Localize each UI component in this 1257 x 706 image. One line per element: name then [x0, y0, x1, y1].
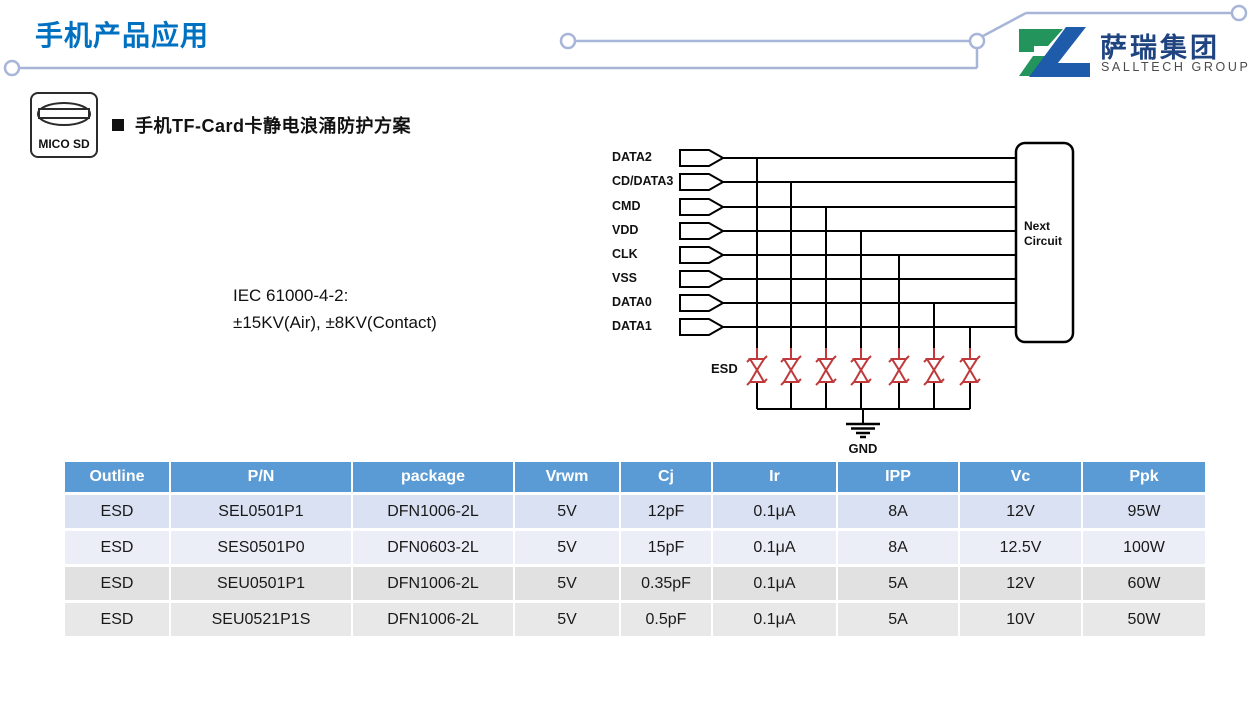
table-cell: 12.5V [960, 531, 1083, 567]
company-logo-icon [1019, 27, 1090, 77]
page-title: 手机产品应用 [35, 14, 209, 54]
table-cell: 5V [515, 603, 621, 639]
table-cell: 0.1μA [713, 567, 838, 603]
table-cell: 12V [960, 567, 1083, 603]
table-cell: 12V [960, 495, 1083, 531]
signal-label-clk: CLK [612, 247, 638, 261]
ground-icon [846, 424, 880, 437]
esd-diode [960, 348, 980, 385]
iec-note-line2: ±15KV(Air), ±8KV(Contact) [233, 309, 437, 336]
next-circuit-label: Next Circuit [1016, 219, 1073, 249]
table-row: ESD SEL0501P1 DFN1006-2L 5V 12pF 0.1μA 8… [65, 495, 1205, 531]
sd-card-glyph [34, 100, 94, 128]
table-cell: SEU0501P1 [171, 567, 353, 603]
section-heading-text: 手机TF-Card卡静电浪涌防护方案 [135, 112, 411, 138]
table-cell: 60W [1083, 567, 1205, 603]
table-cell: ESD [65, 603, 171, 639]
table-cell: 100W [1083, 531, 1205, 567]
iec-note: IEC 61000-4-2: ±15KV(Air), ±8KV(Contact) [233, 282, 437, 336]
signal-label-vss: VSS [612, 271, 637, 285]
table-cell: 12pF [621, 495, 713, 531]
gnd-label: GND [840, 441, 886, 456]
esd-diode [781, 348, 801, 385]
table-cell: 5V [515, 495, 621, 531]
parts-spec-table: Outline P/N package Vrwm Cj Ir IPP Vc Pp… [65, 462, 1205, 639]
column-header: package [353, 462, 515, 495]
section-heading: 手机TF-Card卡静电浪涌防护方案 [112, 112, 411, 138]
signal-label-cddata3: CD/DATA3 [612, 174, 673, 188]
column-header: Vc [960, 462, 1083, 495]
table-cell: 10V [960, 603, 1083, 639]
signal-label-data0: DATA0 [612, 295, 652, 309]
micro-sd-card-icon: MICO SD [30, 92, 98, 158]
next-circuit-line1: Next [1024, 219, 1073, 234]
next-circuit-line2: Circuit [1024, 234, 1073, 249]
table-cell: SEL0501P1 [171, 495, 353, 531]
table-cell: 0.1μA [713, 495, 838, 531]
esd-diode [889, 348, 909, 385]
signal-arrow-icons [680, 150, 723, 335]
circuit-traces [680, 150, 1016, 424]
table-cell: 8A [838, 531, 960, 567]
esd-diode-icons [747, 348, 980, 385]
table-cell: 5V [515, 531, 621, 567]
table-cell: ESD [65, 567, 171, 603]
sd-icon-label: MICO SD [38, 137, 89, 151]
signal-label-vdd: VDD [612, 223, 638, 237]
table-cell: 0.35pF [621, 567, 713, 603]
esd-diode [747, 348, 767, 385]
column-header: Outline [65, 462, 171, 495]
table-cell: SEU0521P1S [171, 603, 353, 639]
signal-label-cmd: CMD [612, 199, 640, 213]
table-cell: DFN1006-2L [353, 495, 515, 531]
table-header-row: Outline P/N package Vrwm Cj Ir IPP Vc Pp… [65, 462, 1205, 495]
table-cell: SES0501P0 [171, 531, 353, 567]
column-header: Cj [621, 462, 713, 495]
signal-label-data2: DATA2 [612, 150, 652, 164]
column-header: Ppk [1083, 462, 1205, 495]
column-header: Ir [713, 462, 838, 495]
table-cell: 0.1μA [713, 603, 838, 639]
signal-label-data1: DATA1 [612, 319, 652, 333]
table-cell: 5A [838, 603, 960, 639]
table-cell: ESD [65, 495, 171, 531]
table-cell: 0.5pF [621, 603, 713, 639]
column-header: IPP [838, 462, 960, 495]
column-header: Vrwm [515, 462, 621, 495]
table-row: ESD SEU0501P1 DFN1006-2L 5V 0.35pF 0.1μA… [65, 567, 1205, 603]
slide: { "page": { "title": "手机产品应用" }, "logo":… [0, 0, 1257, 706]
table-row: ESD SEU0521P1S DFN1006-2L 5V 0.5pF 0.1μA… [65, 603, 1205, 639]
esd-diode [851, 348, 871, 385]
table-cell: 0.1μA [713, 531, 838, 567]
table-cell: DFN1006-2L [353, 567, 515, 603]
esd-label: ESD [711, 361, 738, 376]
column-header: P/N [171, 462, 353, 495]
table-cell: 5A [838, 567, 960, 603]
table-cell: DFN0603-2L [353, 531, 515, 567]
table-cell: 50W [1083, 603, 1205, 639]
table-cell: ESD [65, 531, 171, 567]
table-cell: DFN1006-2L [353, 603, 515, 639]
square-bullet-icon [112, 119, 124, 131]
esd-diode [816, 348, 836, 385]
table-row: ESD SES0501P0 DFN0603-2L 5V 15pF 0.1μA 8… [65, 531, 1205, 567]
logo-name-en: SALLTECH GROUP [1101, 60, 1250, 74]
table-cell: 8A [838, 495, 960, 531]
iec-note-line1: IEC 61000-4-2: [233, 282, 437, 309]
esd-diode [924, 348, 944, 385]
table-cell: 95W [1083, 495, 1205, 531]
table-cell: 15pF [621, 531, 713, 567]
table-cell: 5V [515, 567, 621, 603]
